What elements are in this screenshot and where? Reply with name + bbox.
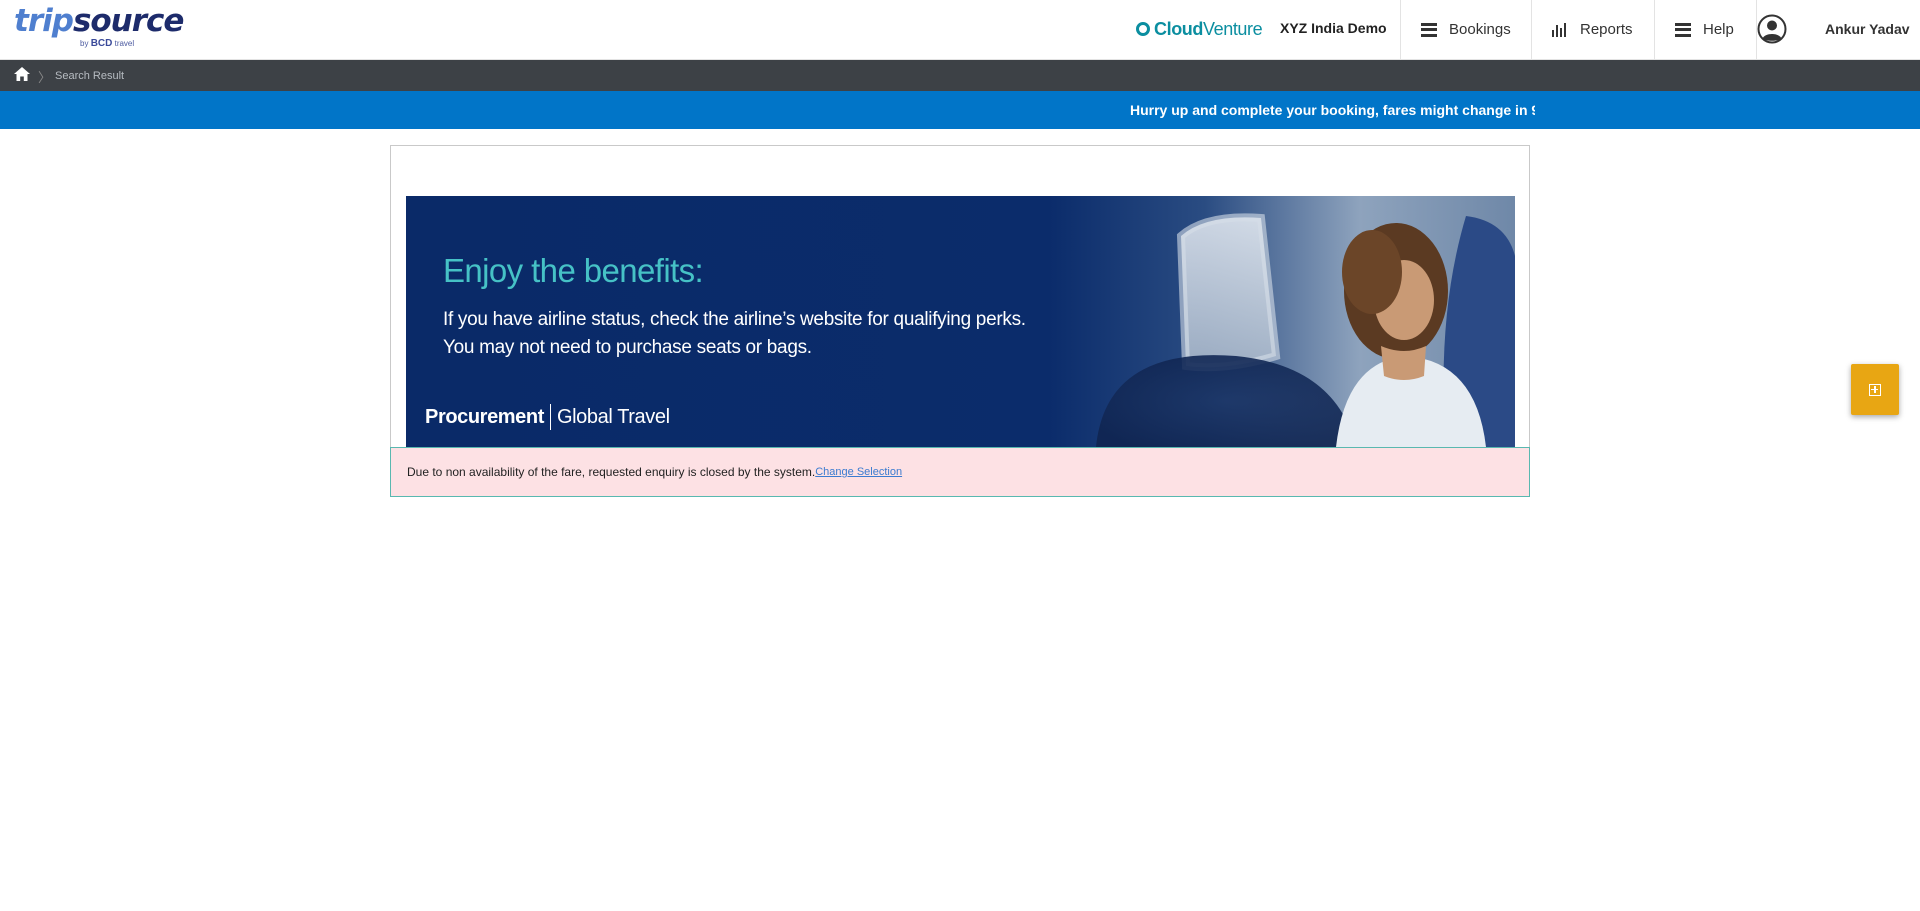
banner-headline: Enjoy the benefits: (443, 252, 704, 289)
nav-bookings-label: Bookings (1449, 21, 1511, 38)
user-name[interactable]: Ankur Yadav (1825, 21, 1910, 37)
banner-line-2: You may not need to purchase seats or ba… (443, 337, 812, 358)
tripsource-logo[interactable]: tripsource by BCD travel (14, 3, 184, 56)
logo-byline: by BCD travel (80, 38, 135, 49)
change-selection-link[interactable]: Change Selection (815, 466, 902, 478)
breadcrumb-current: Search Result (55, 70, 125, 82)
banner-line-1: If you have airline status, check the ai… (443, 309, 1026, 330)
banner-footer-procurement: Procurement (425, 405, 544, 428)
company-name: XYZ India Demo (1280, 20, 1387, 36)
result-card: Enjoy the benefits: If you have airline … (390, 145, 1530, 497)
banner-footer: Procurement Global Travel (425, 404, 670, 430)
nav-help[interactable]: Help (1654, 0, 1757, 59)
cloudventure-wordmark: CloudVenture (1154, 18, 1263, 39)
alert-message: Due to non availability of the fare, req… (407, 465, 816, 479)
user-avatar-icon[interactable] (1757, 14, 1787, 44)
nav-bookings[interactable]: Bookings (1400, 0, 1531, 59)
breadcrumb-separator: 〉 (38, 70, 52, 85)
top-header: tripsource by BCD travel CloudVenture XY… (0, 0, 1920, 60)
add-box-icon (1869, 383, 1881, 396)
hamburger-icon (1421, 22, 1437, 37)
banner-footer-divider (549, 404, 551, 430)
announcement-bar: Hurry up and complete your booking, fare… (0, 91, 1920, 129)
floating-side-button[interactable] (1851, 364, 1899, 415)
hamburger-icon (1675, 22, 1691, 37)
home-icon[interactable] (14, 67, 30, 81)
nav-reports[interactable]: Reports (1531, 0, 1654, 59)
promo-banner: Enjoy the benefits: If you have airline … (406, 196, 1515, 447)
bar-chart-icon (1552, 22, 1568, 37)
logo-wordmark: tripsource (14, 3, 184, 39)
cloudventure-logo: CloudVenture (1136, 18, 1263, 40)
fare-unavailable-alert: Due to non availability of the fare, req… (390, 447, 1530, 497)
announcement-text: Hurry up and complete your booking, fare… (1130, 102, 1535, 118)
breadcrumb: 〉 Search Result (0, 60, 1920, 91)
banner-footer-global-travel: Global Travel (556, 405, 670, 428)
announcement-marquee: Hurry up and complete your booking, fare… (1130, 91, 1535, 129)
nav-help-label: Help (1703, 21, 1734, 38)
nav-reports-label: Reports (1580, 21, 1633, 38)
cloud-icon (1136, 22, 1150, 36)
